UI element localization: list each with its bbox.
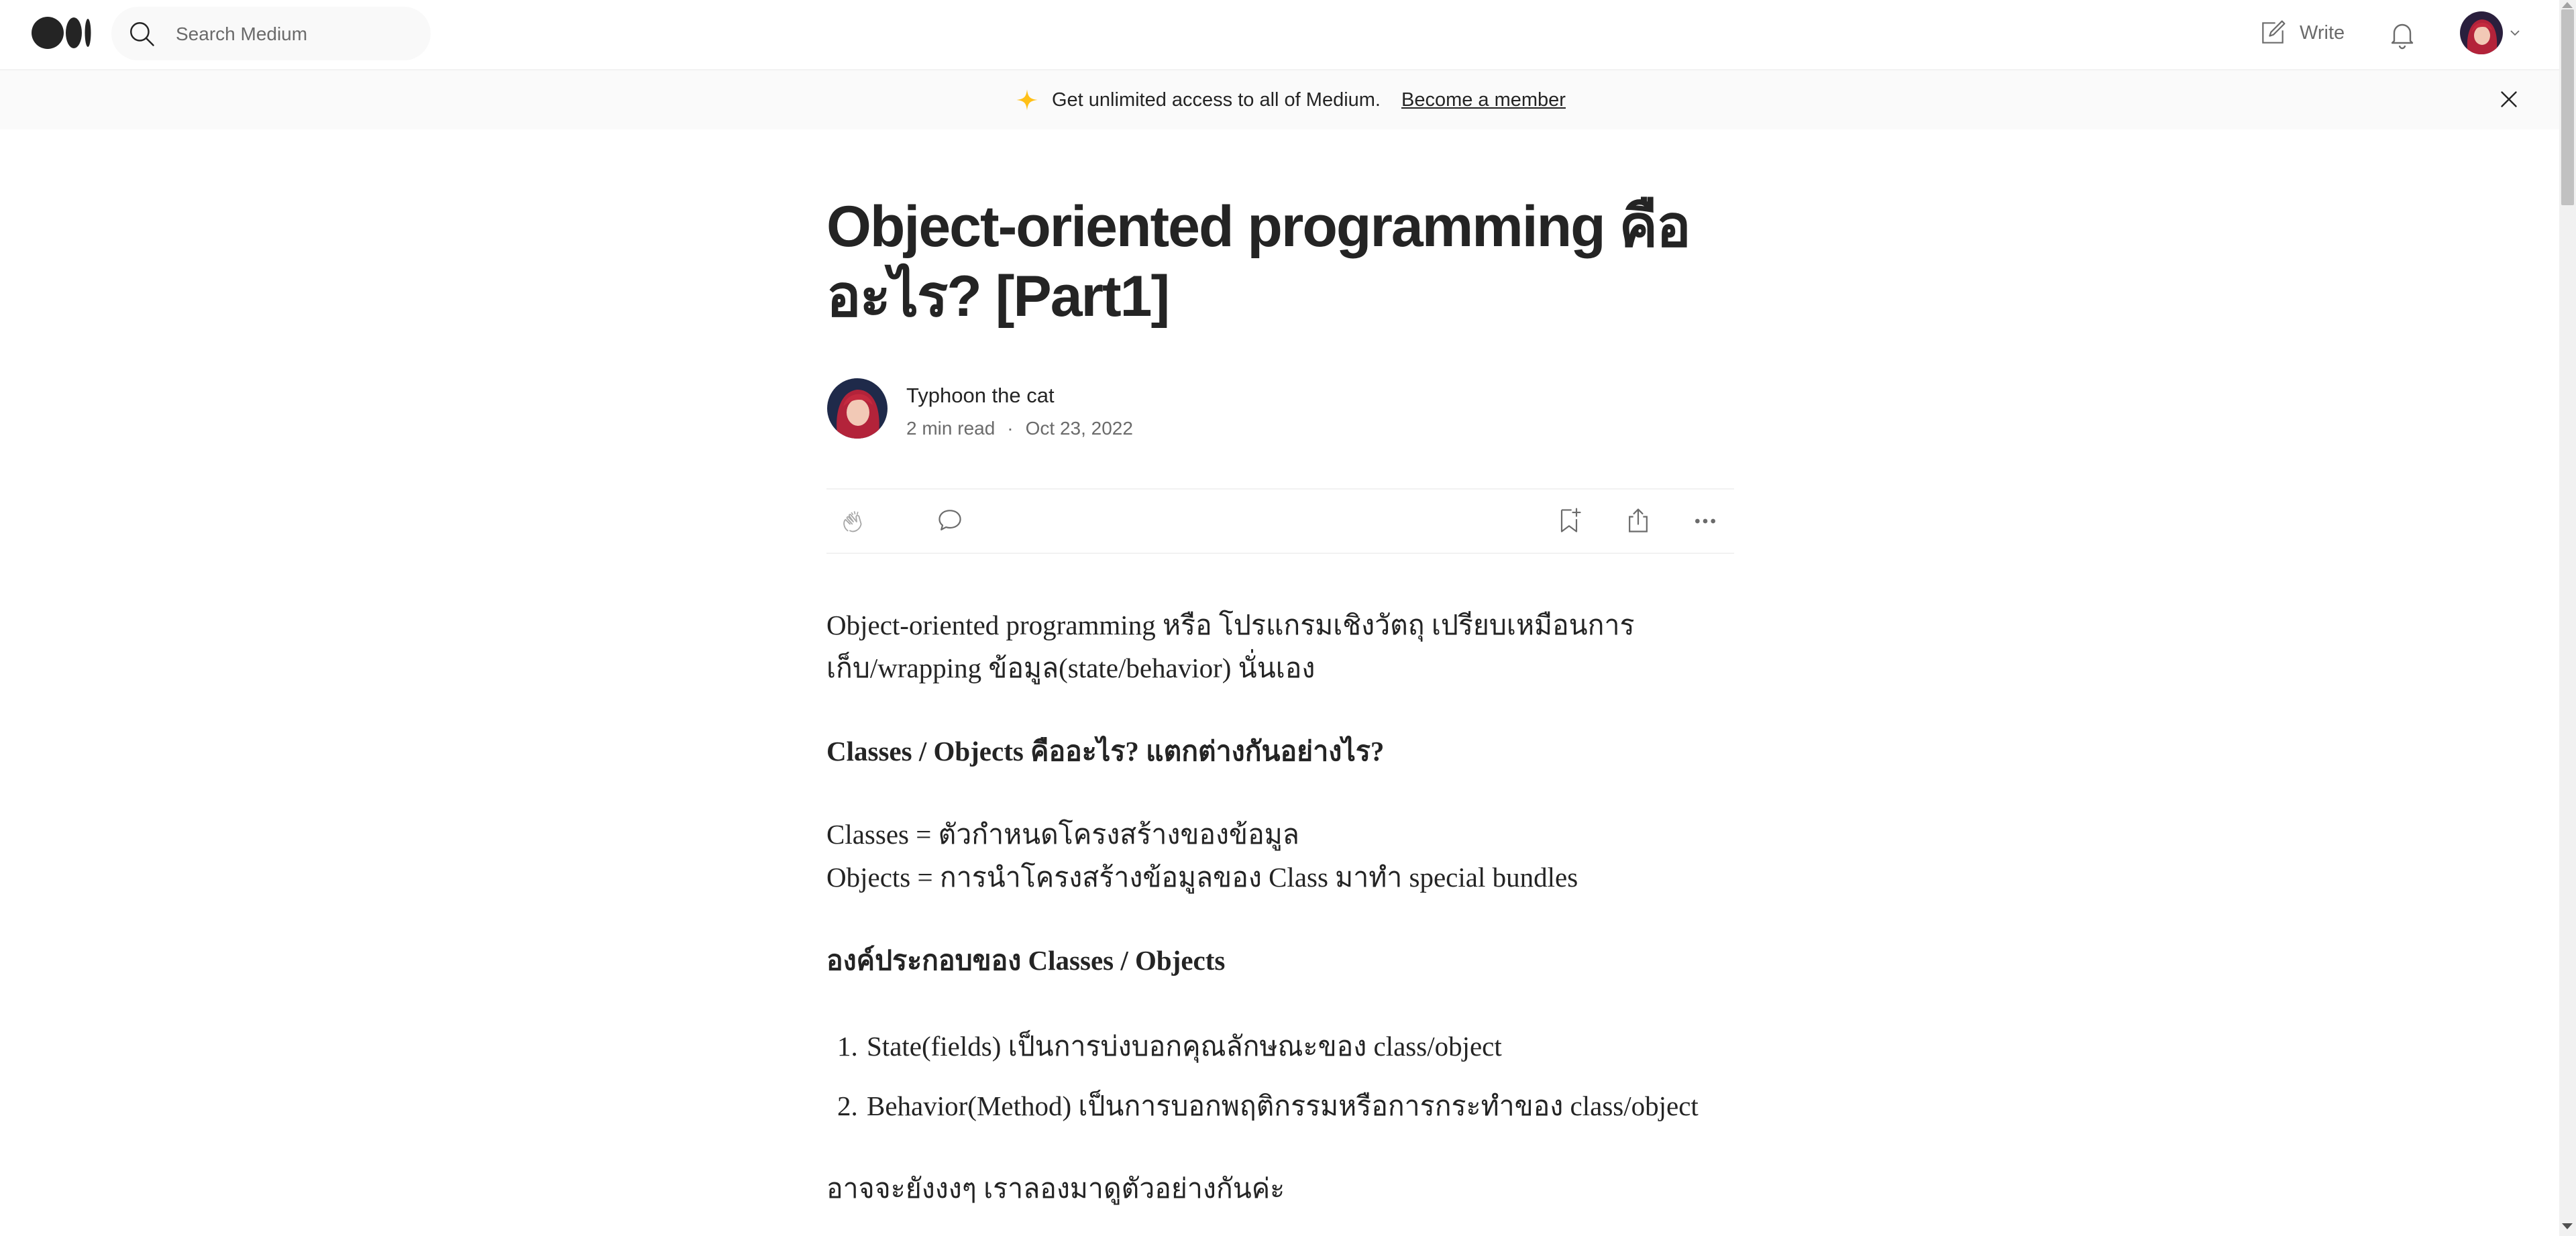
avatar [2460, 11, 2503, 54]
author-avatar[interactable] [827, 378, 888, 439]
share-icon[interactable] [1623, 506, 1653, 535]
member-banner: Get unlimited access to all of Medium. B… [0, 70, 2559, 129]
avatar [827, 378, 888, 439]
clap-icon[interactable] [840, 508, 867, 535]
article-meta: 2 min read · Oct 23, 2022 [906, 418, 1133, 439]
list-number: 2. [837, 1090, 858, 1121]
write-button[interactable]: Write [2258, 16, 2345, 50]
write-label: Write [2300, 21, 2345, 44]
read-time: 2 min read [906, 418, 996, 439]
scroll-down-arrow[interactable] [2562, 1223, 2573, 1229]
classes-definition: Classes = ตัวกำหนดโครงสร้างของข้อมูล [826, 819, 1299, 850]
scrollbar-thumb[interactable] [2561, 9, 2574, 205]
write-icon [2262, 20, 2286, 44]
banner-text: Get unlimited access to all of Medium. [1052, 89, 1381, 111]
meta-separator: · [1007, 418, 1014, 439]
bell-icon[interactable] [2386, 18, 2418, 50]
list-text: Behavior(Method) เป็นการบอกพฤติกรรมหรือก… [867, 1090, 1699, 1121]
list-text: State(fields) เป็นการบ่งบอกคุณลักษณะของ … [867, 1031, 1502, 1062]
search-input[interactable] [174, 7, 419, 62]
publish-date: Oct 23, 2022 [1025, 418, 1133, 439]
author-name[interactable]: Typhoon the cat [906, 384, 1055, 408]
user-avatar[interactable] [2460, 11, 2503, 54]
section-heading: องค์ประกอบของ Classes / Objects [826, 945, 1226, 976]
intro-line-1: Object-oriented programming หรือ โปรแกรม… [826, 610, 1635, 640]
close-icon[interactable] [2497, 87, 2521, 111]
become-member-link[interactable]: Become a member [1401, 89, 1566, 111]
chevron-down-icon[interactable] [2509, 27, 2521, 39]
scroll-up-arrow[interactable] [2562, 2, 2573, 8]
article-title: Object-oriented programming คือ อะไร? [P… [826, 192, 1739, 331]
page-viewport: Write Get unlimited access to all of Med… [0, 0, 2559, 1236]
search-icon [130, 22, 154, 46]
list-item: 1. State(fields) เป็นการบ่งบอกคุณลักษณะขอ… [837, 1025, 1750, 1068]
more-icon[interactable] [1692, 510, 1719, 532]
list-item: 2. Behavior(Method) เป็นการบอกพฤติกรรมหรื… [837, 1084, 1750, 1127]
article-action-bar [826, 488, 1734, 554]
intro-line-2: เก็บ/wrapping ข้อมูล(state/behavior) นั่… [826, 653, 1316, 683]
star-icon [1016, 89, 1038, 111]
intro-paragraph: Object-oriented programming หรือ โปรแกรม… [826, 604, 1739, 689]
bookmark-add-icon[interactable] [1554, 506, 1584, 535]
banner-content: Get unlimited access to all of Medium. B… [1016, 70, 1566, 129]
comment-icon[interactable] [935, 506, 965, 535]
closing-paragraph: อาจจะยังงงๆ เราลองมาดูตัวอย่างกันค่ะ [826, 1173, 1285, 1204]
medium-logo[interactable] [32, 16, 92, 50]
title-line-1: Object-oriented programming คือ [826, 194, 1691, 259]
search-box[interactable] [111, 7, 431, 62]
section-heading: Classes / Objects คืออะไร? แตกต่างกันอย่… [826, 736, 1385, 767]
top-nav: Write [0, 0, 2559, 70]
definitions-paragraph: Classes = ตัวกำหนดโครงสร้างของข้อมูล Obj… [826, 813, 1739, 899]
list-number: 1. [837, 1031, 858, 1062]
title-line-2: อะไร? [Part1] [826, 264, 1170, 329]
objects-definition: Objects = การนำโครงสร้างข้อมูลของ Class … [826, 862, 1578, 893]
